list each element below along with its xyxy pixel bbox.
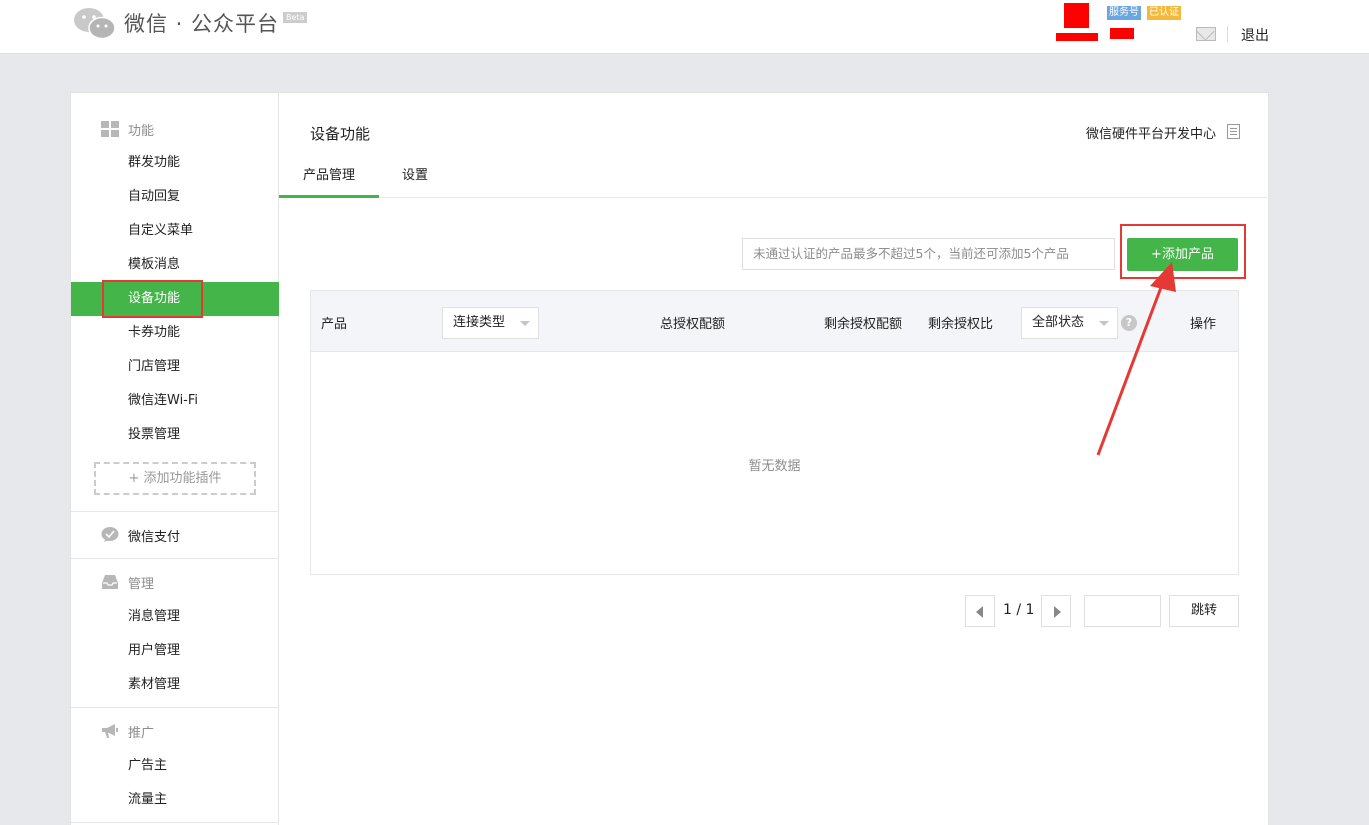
- sidebar-group-label: 微信支付: [128, 529, 181, 545]
- hardware-dev-center-link[interactable]: 微信硬件平台开发中心: [1086, 123, 1216, 142]
- col-product: 产品: [321, 317, 348, 332]
- sidebar-divider: [71, 707, 279, 708]
- grid-icon: [101, 121, 119, 137]
- page-jump-button[interactable]: 跳转: [1169, 595, 1239, 627]
- sidebar-group-label: 推广: [128, 725, 155, 741]
- logout-link[interactable]: 退出: [1241, 25, 1269, 45]
- sidebar-item-card-coupon[interactable]: 卡券功能: [71, 316, 279, 350]
- avatar[interactable]: [1064, 3, 1089, 28]
- top-header: 微信 · 公众平台 Beta 服务号 已认证 退出: [0, 0, 1369, 54]
- sidebar-divider: [71, 511, 279, 512]
- chevron-down-icon: [1099, 321, 1109, 326]
- sidebar-item-template-message[interactable]: 模板消息: [71, 248, 279, 282]
- sidebar: 功能 群发功能 自动回复 自定义菜单 模板消息 设备功能 卡券功能 门店管理 微…: [70, 92, 279, 825]
- sidebar-item-vote-management[interactable]: 投票管理: [71, 418, 279, 452]
- highlight-box-device-function: [102, 280, 203, 318]
- sidebar-divider: [71, 558, 279, 559]
- highlight-box-add-product: [1120, 224, 1246, 279]
- redacted-account-name: [1056, 33, 1098, 41]
- help-icon[interactable]: ?: [1121, 315, 1137, 331]
- sidebar-group-label: 功能: [128, 123, 155, 139]
- product-limit-notice: 未通过认证的产品最多不超过5个，当前还可添加5个产品: [742, 238, 1115, 270]
- sidebar-group-promotion: 推广: [71, 721, 279, 741]
- sidebar-item-auto-reply[interactable]: 自动回复: [71, 180, 279, 214]
- page-indicator: 1 / 1: [1003, 602, 1035, 618]
- sidebar-item-mass-send[interactable]: 群发功能: [71, 146, 279, 180]
- document-icon[interactable]: [1227, 124, 1240, 139]
- inbox-icon: [101, 574, 119, 590]
- service-account-badge: 服务号: [1107, 6, 1141, 20]
- sidebar-divider: [71, 822, 279, 823]
- product-table: 产品 连接类型 总授权配额 剩余授权配额 剩余授权比 全部状态 ? 操作 暂无数…: [310, 290, 1239, 575]
- sidebar-item-advertiser[interactable]: 广告主: [71, 749, 279, 783]
- mail-icon[interactable]: [1196, 27, 1216, 41]
- tab-settings[interactable]: 设置: [385, 158, 445, 198]
- redacted-account-name-2: [1110, 28, 1134, 39]
- wechat-icon: [72, 4, 118, 42]
- sidebar-group-manage: 管理: [71, 572, 279, 592]
- megaphone-icon: [101, 723, 119, 739]
- sidebar-item-user-management[interactable]: 用户管理: [71, 634, 279, 668]
- connect-type-select[interactable]: 连接类型: [442, 307, 539, 339]
- wechat-pay-icon: [101, 527, 119, 543]
- sidebar-item-traffic-owner[interactable]: 流量主: [71, 783, 279, 817]
- sidebar-group-pay[interactable]: 微信支付: [71, 525, 279, 545]
- tab-bar: 产品管理 设置: [279, 158, 1267, 198]
- chevron-down-icon: [520, 321, 530, 326]
- sidebar-group-label: 管理: [128, 576, 155, 592]
- status-label: 全部状态: [1032, 315, 1085, 330]
- sidebar-item-wechat-wifi[interactable]: 微信连Wi-Fi: [71, 384, 279, 418]
- main-panel: 设备功能 微信硬件平台开发中心 产品管理 设置 未通过认证的产品最多不超过5个，…: [279, 92, 1269, 825]
- connect-type-label: 连接类型: [453, 315, 506, 330]
- beta-badge: Beta: [283, 11, 308, 23]
- sidebar-item-custom-menu[interactable]: 自定义菜单: [71, 214, 279, 248]
- platform-title: 微信 · 公众平台: [124, 12, 280, 36]
- col-remaining-quota: 剩余授权配额: [824, 317, 903, 332]
- sidebar-group-function: 功能: [71, 119, 279, 139]
- sidebar-item-material-management[interactable]: 素材管理: [71, 668, 279, 702]
- page-title: 设备功能: [310, 125, 371, 143]
- page-jump-input[interactable]: [1084, 595, 1161, 627]
- prev-page-button[interactable]: [965, 595, 995, 627]
- next-page-button[interactable]: [1041, 595, 1071, 627]
- col-total-quota: 总授权配额: [660, 317, 726, 332]
- sidebar-item-store-management[interactable]: 门店管理: [71, 350, 279, 384]
- arrow-left-icon: [976, 606, 983, 618]
- arrow-right-icon: [1054, 606, 1061, 618]
- table-header: 产品 连接类型 总授权配额 剩余授权配额 剩余授权比 全部状态 ? 操作: [311, 291, 1238, 352]
- tab-product-management[interactable]: 产品管理: [279, 158, 379, 198]
- header-divider: [1227, 26, 1228, 42]
- certified-badge: 已认证: [1147, 6, 1181, 20]
- col-action: 操作: [1190, 317, 1217, 332]
- empty-state: 暂无数据: [748, 459, 801, 474]
- status-select[interactable]: 全部状态: [1021, 307, 1118, 339]
- add-plugin-button[interactable]: + 添加功能插件: [94, 462, 256, 495]
- col-remaining-ratio: 剩余授权比: [928, 317, 994, 332]
- sidebar-item-message-management[interactable]: 消息管理: [71, 600, 279, 634]
- wechat-logo[interactable]: 微信 · 公众平台 Beta: [72, 4, 308, 42]
